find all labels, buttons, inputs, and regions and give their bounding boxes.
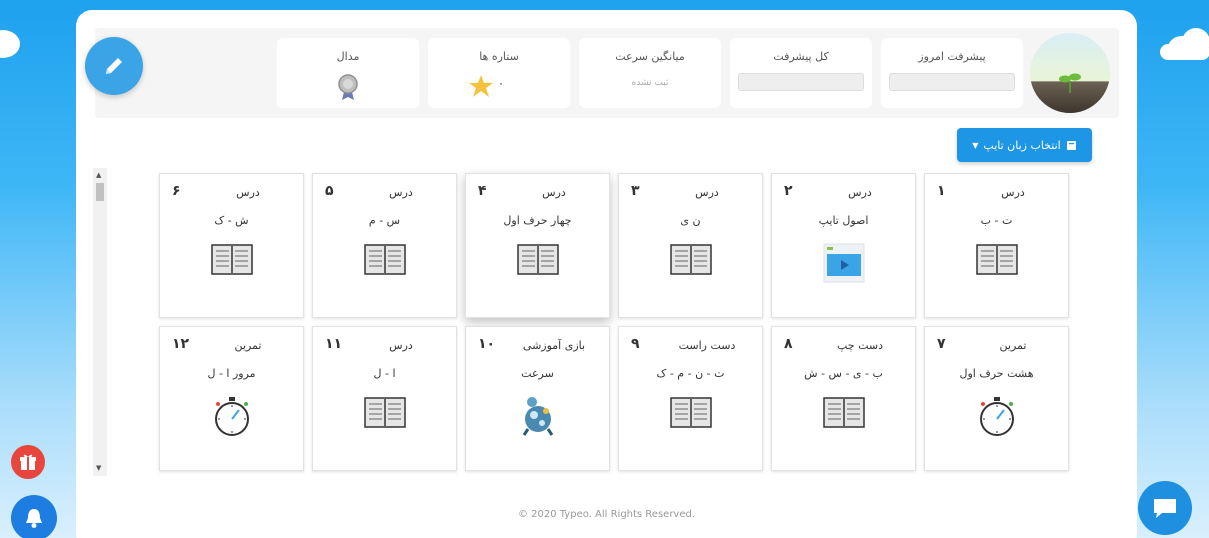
lesson-type: درس xyxy=(695,186,719,199)
book-small-icon xyxy=(1066,140,1076,150)
book-icon xyxy=(975,242,1018,280)
stopwatch-icon xyxy=(212,395,252,441)
notifications-button[interactable] xyxy=(11,495,57,538)
book-icon xyxy=(516,242,559,280)
pencil-icon xyxy=(106,58,122,74)
lesson-card[interactable]: درس ۵ س - م xyxy=(312,173,457,318)
lesson-card[interactable]: دست راست ۹ ت - ن - م - ک xyxy=(618,326,763,471)
lesson-number: ۳ xyxy=(631,183,640,199)
select-language-button[interactable]: ▼ انتخاب زبان تایپ xyxy=(957,128,1092,162)
lesson-card[interactable]: تمرین ۷ هشت حرف اول xyxy=(924,326,1069,471)
lesson-number: ۱۱ xyxy=(325,336,343,352)
lesson-title: ن ی xyxy=(680,214,701,227)
lesson-card[interactable]: درس ۳ ن ی xyxy=(618,173,763,318)
scroll-up-icon[interactable]: ▲ xyxy=(96,171,101,179)
medal-stat: مدال xyxy=(277,38,419,108)
lesson-type: تمرین xyxy=(234,339,262,352)
lesson-card[interactable]: بازی آموزشی ۱۰ سرعت xyxy=(465,326,610,471)
medal-label: مدال xyxy=(336,50,360,63)
scroll-down-icon[interactable]: ▼ xyxy=(96,464,101,472)
stopwatch-icon xyxy=(977,395,1017,441)
bell-icon xyxy=(26,509,42,528)
lesson-card[interactable]: درس ۱۱ ا - ل xyxy=(312,326,457,471)
lesson-type: تمرین xyxy=(999,339,1027,352)
lesson-title: چهار حرف اول xyxy=(503,214,572,227)
stars-stat: ستاره ها ۰ xyxy=(428,38,570,108)
lesson-number: ۵ xyxy=(325,183,334,199)
book-icon xyxy=(210,242,253,280)
stars-value: ۰ xyxy=(498,77,504,90)
lesson-type: درس xyxy=(542,186,566,199)
footer-copyright: © 2020 Typeo. All Rights Reserved. xyxy=(517,509,696,520)
total-progress-label: کل پیشرفت xyxy=(773,50,829,63)
lesson-title: ت - ن - م - ک xyxy=(656,367,725,380)
lesson-type: درس xyxy=(389,339,413,352)
stars-label: ستاره ها xyxy=(479,50,519,63)
lesson-card[interactable]: تمرین ۱۲ مرور ا - ل xyxy=(159,326,304,471)
book-icon xyxy=(669,395,712,433)
lesson-type: درس xyxy=(389,186,413,199)
lesson-type: بازی آموزشی xyxy=(522,339,586,352)
lesson-title: ش - ک xyxy=(214,214,249,227)
scroll-thumb[interactable] xyxy=(96,183,104,201)
lesson-title: مرور ا - ل xyxy=(207,367,256,380)
lesson-type: درس xyxy=(236,186,260,199)
chat-icon xyxy=(1154,499,1176,518)
today-progress-stat: پیشرفت امروز xyxy=(881,38,1023,108)
book-icon xyxy=(363,395,406,433)
lesson-number: ۱۰ xyxy=(478,336,496,352)
lesson-card[interactable]: درس ۱ ت - ب xyxy=(924,173,1069,318)
lesson-title: هشت حرف اول xyxy=(959,367,1034,380)
lesson-number: ۴ xyxy=(478,183,487,199)
lesson-title: ب - ی - س - ش xyxy=(804,367,883,380)
lesson-card[interactable]: دست چپ ۸ ب - ی - س - ش xyxy=(771,326,916,471)
avg-speed-stat: میانگین سرعت ثبت نشده xyxy=(579,38,721,108)
lesson-number: ۸ xyxy=(784,336,793,352)
cloud-decoration xyxy=(1160,44,1209,60)
lesson-title: سرعت xyxy=(521,367,554,380)
medal-icon xyxy=(338,74,358,100)
lesson-number: ۱ xyxy=(937,183,946,199)
lesson-card[interactable]: درس ۲ اصول تایپ xyxy=(771,173,916,318)
chevron-down-icon: ▼ xyxy=(972,140,979,150)
lesson-type: دست راست xyxy=(678,339,736,352)
sprout-icon xyxy=(1059,73,1081,93)
lesson-number: ۶ xyxy=(172,183,181,199)
gift-button[interactable] xyxy=(11,445,45,479)
chat-button[interactable] xyxy=(1138,481,1192,535)
avatar[interactable] xyxy=(1030,33,1110,113)
lesson-card[interactable]: درس ۴ چهار حرف اول xyxy=(465,173,610,318)
avg-speed-label: میانگین سرعت xyxy=(615,50,685,63)
cloud-decoration xyxy=(0,30,20,58)
book-icon xyxy=(822,395,865,433)
lesson-type: دست چپ xyxy=(836,339,883,352)
lesson-title: ت - ب xyxy=(980,214,1013,227)
gift-icon xyxy=(20,454,36,470)
select-language-label: انتخاب زبان تایپ xyxy=(983,138,1061,152)
lesson-title: ا - ل xyxy=(373,367,396,380)
lessons-scrollbar[interactable]: ▲ ▼ xyxy=(93,168,107,476)
lesson-type: درس xyxy=(848,186,872,199)
edit-profile-button[interactable] xyxy=(85,37,143,95)
video-icon xyxy=(823,242,865,288)
lesson-number: ۹ xyxy=(631,336,640,352)
lesson-card[interactable]: درس ۶ ش - ک xyxy=(159,173,304,318)
lesson-type: درس xyxy=(1001,186,1025,199)
today-progress-label: پیشرفت امروز xyxy=(918,50,986,63)
book-icon xyxy=(669,242,712,280)
lesson-number: ۱۲ xyxy=(172,336,190,352)
lesson-title: س - م xyxy=(368,214,401,227)
star-icon xyxy=(469,75,493,97)
book-icon xyxy=(363,242,406,280)
lesson-number: ۷ xyxy=(937,336,946,352)
avg-speed-value: ثبت نشده xyxy=(631,78,669,88)
lesson-number: ۲ xyxy=(784,183,793,199)
game-icon xyxy=(518,395,558,441)
lesson-title: اصول تایپ xyxy=(818,214,869,227)
today-progress-bar xyxy=(889,73,1015,91)
total-progress-stat: کل پیشرفت xyxy=(730,38,872,108)
total-progress-bar xyxy=(738,73,864,91)
